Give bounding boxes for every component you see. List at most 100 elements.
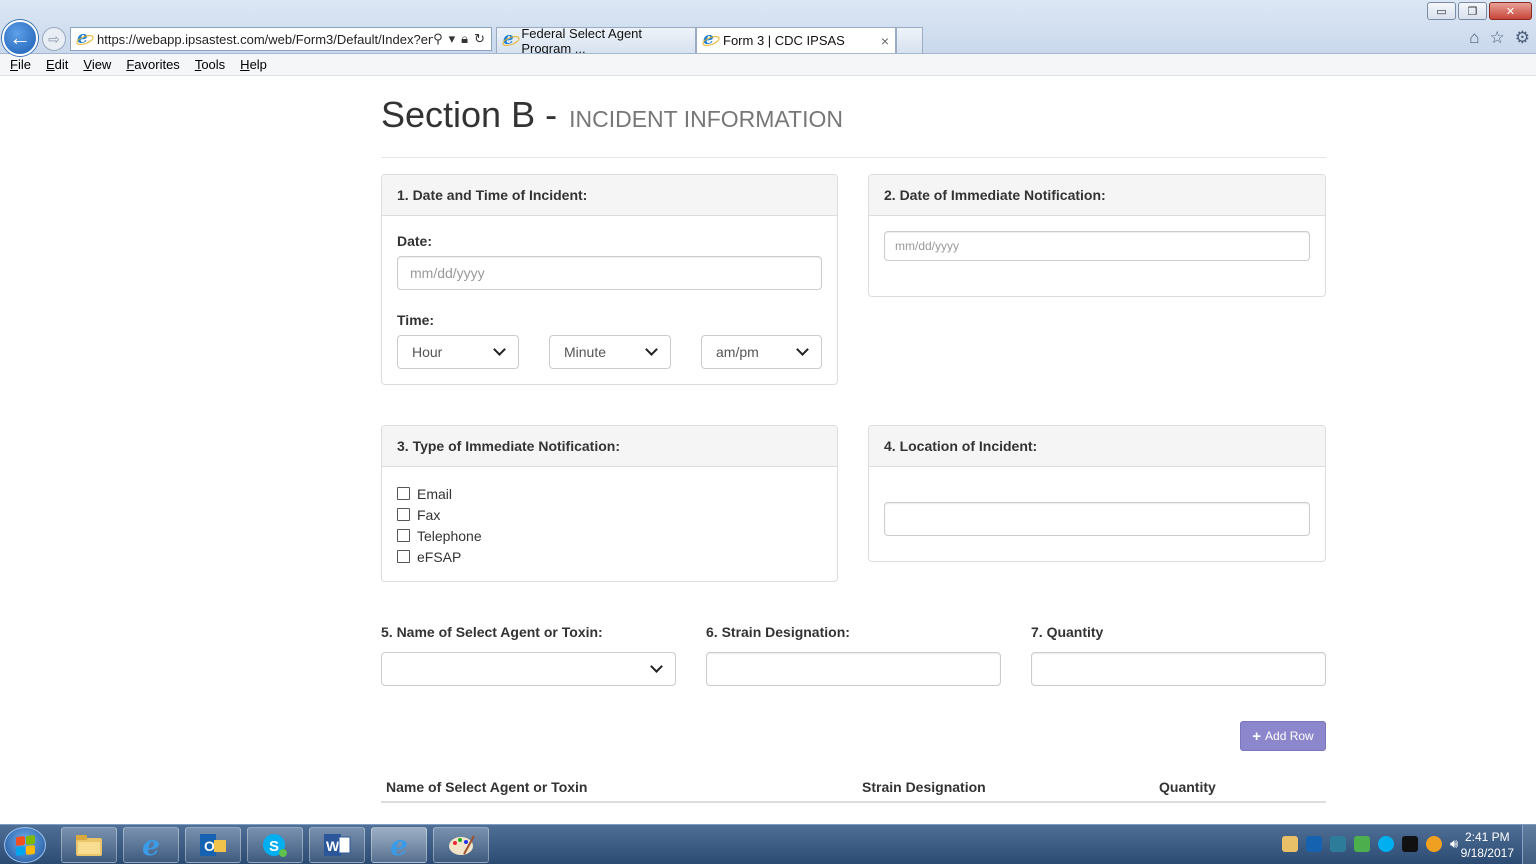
tab-title: Form 3 | CDC IPSAS [723, 33, 845, 48]
ie-tab-icon [503, 29, 516, 49]
checkbox[interactable] [397, 529, 410, 542]
address-url[interactable]: https://webapp.ipsastest.com/web/Form3/D… [97, 32, 433, 47]
show-desktop-button[interactable] [1522, 825, 1536, 864]
checkbox-efsap[interactable]: eFSAP [397, 546, 822, 567]
menu-help[interactable]: Help [240, 57, 267, 72]
hour-select-value: Hour [412, 344, 443, 360]
date-label: Date: [397, 233, 433, 249]
strain-designation-input[interactable] [706, 652, 1001, 686]
arrow-left-icon: ← [9, 25, 31, 50]
taskbar-skype[interactable]: S [247, 827, 303, 863]
tab-form3-cdc-ipsas[interactable]: Form 3 | CDC IPSAS × [696, 27, 896, 53]
update-tray-icon[interactable] [1426, 836, 1442, 852]
column-header-agent: Name of Select Agent or Toxin [386, 779, 588, 795]
svg-text:W: W [326, 838, 340, 854]
taskbar-internet-explorer[interactable]: e [123, 827, 179, 863]
date-placeholder: mm/dd/yyyy [410, 265, 485, 281]
notification-date-input[interactable]: mm/dd/yyyy [884, 231, 1310, 261]
folder-icon [76, 835, 102, 856]
taskbar-outlook[interactable]: O [185, 827, 241, 863]
menu-edit[interactable]: Edit [46, 57, 68, 72]
column-header-quantity: Quantity [1159, 779, 1216, 795]
window-controls: ▭ ❐ ✕ [1427, 2, 1532, 20]
column-header-strain: Strain Designation [862, 779, 986, 795]
close-tab-icon[interactable]: × [881, 33, 889, 49]
back-button[interactable]: ← [2, 20, 38, 56]
menu-favorites[interactable]: Favorites [126, 57, 179, 72]
skype-tray-icon[interactable] [1378, 836, 1394, 852]
mail-tray-icon[interactable] [1282, 836, 1298, 852]
checkbox-telephone[interactable]: Telephone [397, 525, 822, 546]
app-tray-icon[interactable] [1402, 836, 1418, 852]
panel-date-time-incident: 1. Date and Time of Incident: Date: mm/d… [381, 174, 838, 385]
clock-time: 2:41 PM [1464, 830, 1510, 844]
chevron-down-icon [493, 343, 506, 356]
clock-date: 9/18/2017 [1460, 846, 1514, 860]
favorites-star-icon[interactable]: ☆ [1490, 28, 1505, 48]
dropdown-icon[interactable]: ▾ [449, 31, 456, 47]
panel-heading: 3. Type of Immediate Notification: [382, 426, 837, 467]
search-icon[interactable]: ⚲ [433, 31, 443, 47]
section-subtitle: INCIDENT INFORMATION [569, 106, 843, 132]
lock-icon[interactable]: 🔒︎ [461, 31, 468, 47]
close-window-button[interactable]: ✕ [1489, 2, 1532, 20]
add-row-button[interactable]: + Add Row [1240, 721, 1326, 751]
paint-palette-icon [449, 835, 475, 855]
checkbox[interactable] [397, 487, 410, 500]
ampm-select-value: am/pm [716, 344, 759, 360]
menu-view[interactable]: View [83, 57, 111, 72]
address-bar[interactable]: https://webapp.ipsastest.com/web/Form3/D… [70, 27, 492, 51]
checkbox-label: eFSAP [417, 548, 462, 565]
incident-date-input[interactable]: mm/dd/yyyy [397, 256, 822, 290]
forward-button[interactable]: ⇨ [42, 27, 66, 51]
checkbox-email[interactable]: Email [397, 483, 822, 504]
taskbar: e O S W e 🔊︎ 2:41 PM 9/18/2017 [0, 824, 1536, 864]
settings-gear-icon[interactable]: ⚙ [1515, 28, 1530, 48]
panel-location-incident: 4. Location of Incident: [868, 425, 1326, 562]
chevron-down-icon [650, 660, 663, 673]
minimize-button[interactable]: ▭ [1427, 2, 1456, 20]
date-placeholder: mm/dd/yyyy [895, 239, 960, 253]
home-icon[interactable]: ⌂ [1469, 28, 1479, 48]
start-button[interactable] [4, 827, 46, 863]
menu-tools[interactable]: Tools [195, 57, 225, 72]
strain-designation-label: 6. Strain Designation: [706, 624, 850, 640]
restore-button[interactable]: ❐ [1458, 2, 1487, 20]
security-tray-icon[interactable] [1330, 836, 1346, 852]
page-content: Section B - INCIDENT INFORMATION 1. Date… [381, 76, 1326, 824]
location-input[interactable] [884, 502, 1310, 536]
checkbox[interactable] [397, 550, 410, 563]
chevron-down-icon [796, 343, 809, 356]
taskbar-word[interactable]: W [309, 827, 365, 863]
ie-icon: e [390, 828, 408, 862]
svg-text:O: O [204, 838, 215, 854]
new-tab-button[interactable] [896, 27, 923, 53]
menu-file[interactable]: File [10, 57, 31, 72]
checkmark-tray-icon[interactable] [1354, 836, 1370, 852]
windows-logo-icon [15, 834, 35, 856]
outlook-tray-icon[interactable] [1306, 836, 1322, 852]
hour-select[interactable]: Hour [397, 335, 519, 369]
quantity-input[interactable] [1031, 652, 1326, 686]
checkbox[interactable] [397, 508, 410, 521]
ampm-select[interactable]: am/pm [701, 335, 822, 369]
outlook-icon: O [200, 834, 226, 856]
agent-name-label: 5. Name of Select Agent or Toxin: [381, 624, 603, 640]
minute-select-value: Minute [564, 344, 607, 360]
panel-heading: 4. Location of Incident: [869, 426, 1325, 467]
arrow-right-icon: ⇨ [48, 30, 60, 47]
taskbar-clock[interactable]: 2:41 PM 9/18/2017 [1461, 829, 1514, 861]
plus-icon: + [1252, 727, 1262, 745]
agent-name-select[interactable] [381, 652, 676, 686]
tab-federal-select-agent[interactable]: Federal Select Agent Program ... [496, 25, 696, 56]
tab-title: Federal Select Agent Program ... [521, 25, 643, 56]
refresh-icon[interactable]: ↻ [474, 31, 485, 47]
checkbox-fax[interactable]: Fax [397, 504, 822, 525]
taskbar-internet-explorer-active[interactable]: e [371, 827, 427, 863]
section-divider [381, 157, 1326, 158]
panel-date-immediate-notification: 2. Date of Immediate Notification: mm/dd… [868, 174, 1326, 297]
taskbar-paint[interactable] [433, 827, 489, 863]
checkbox-label: Email [417, 485, 453, 502]
minute-select[interactable]: Minute [549, 335, 671, 369]
taskbar-explorer[interactable] [61, 827, 117, 863]
